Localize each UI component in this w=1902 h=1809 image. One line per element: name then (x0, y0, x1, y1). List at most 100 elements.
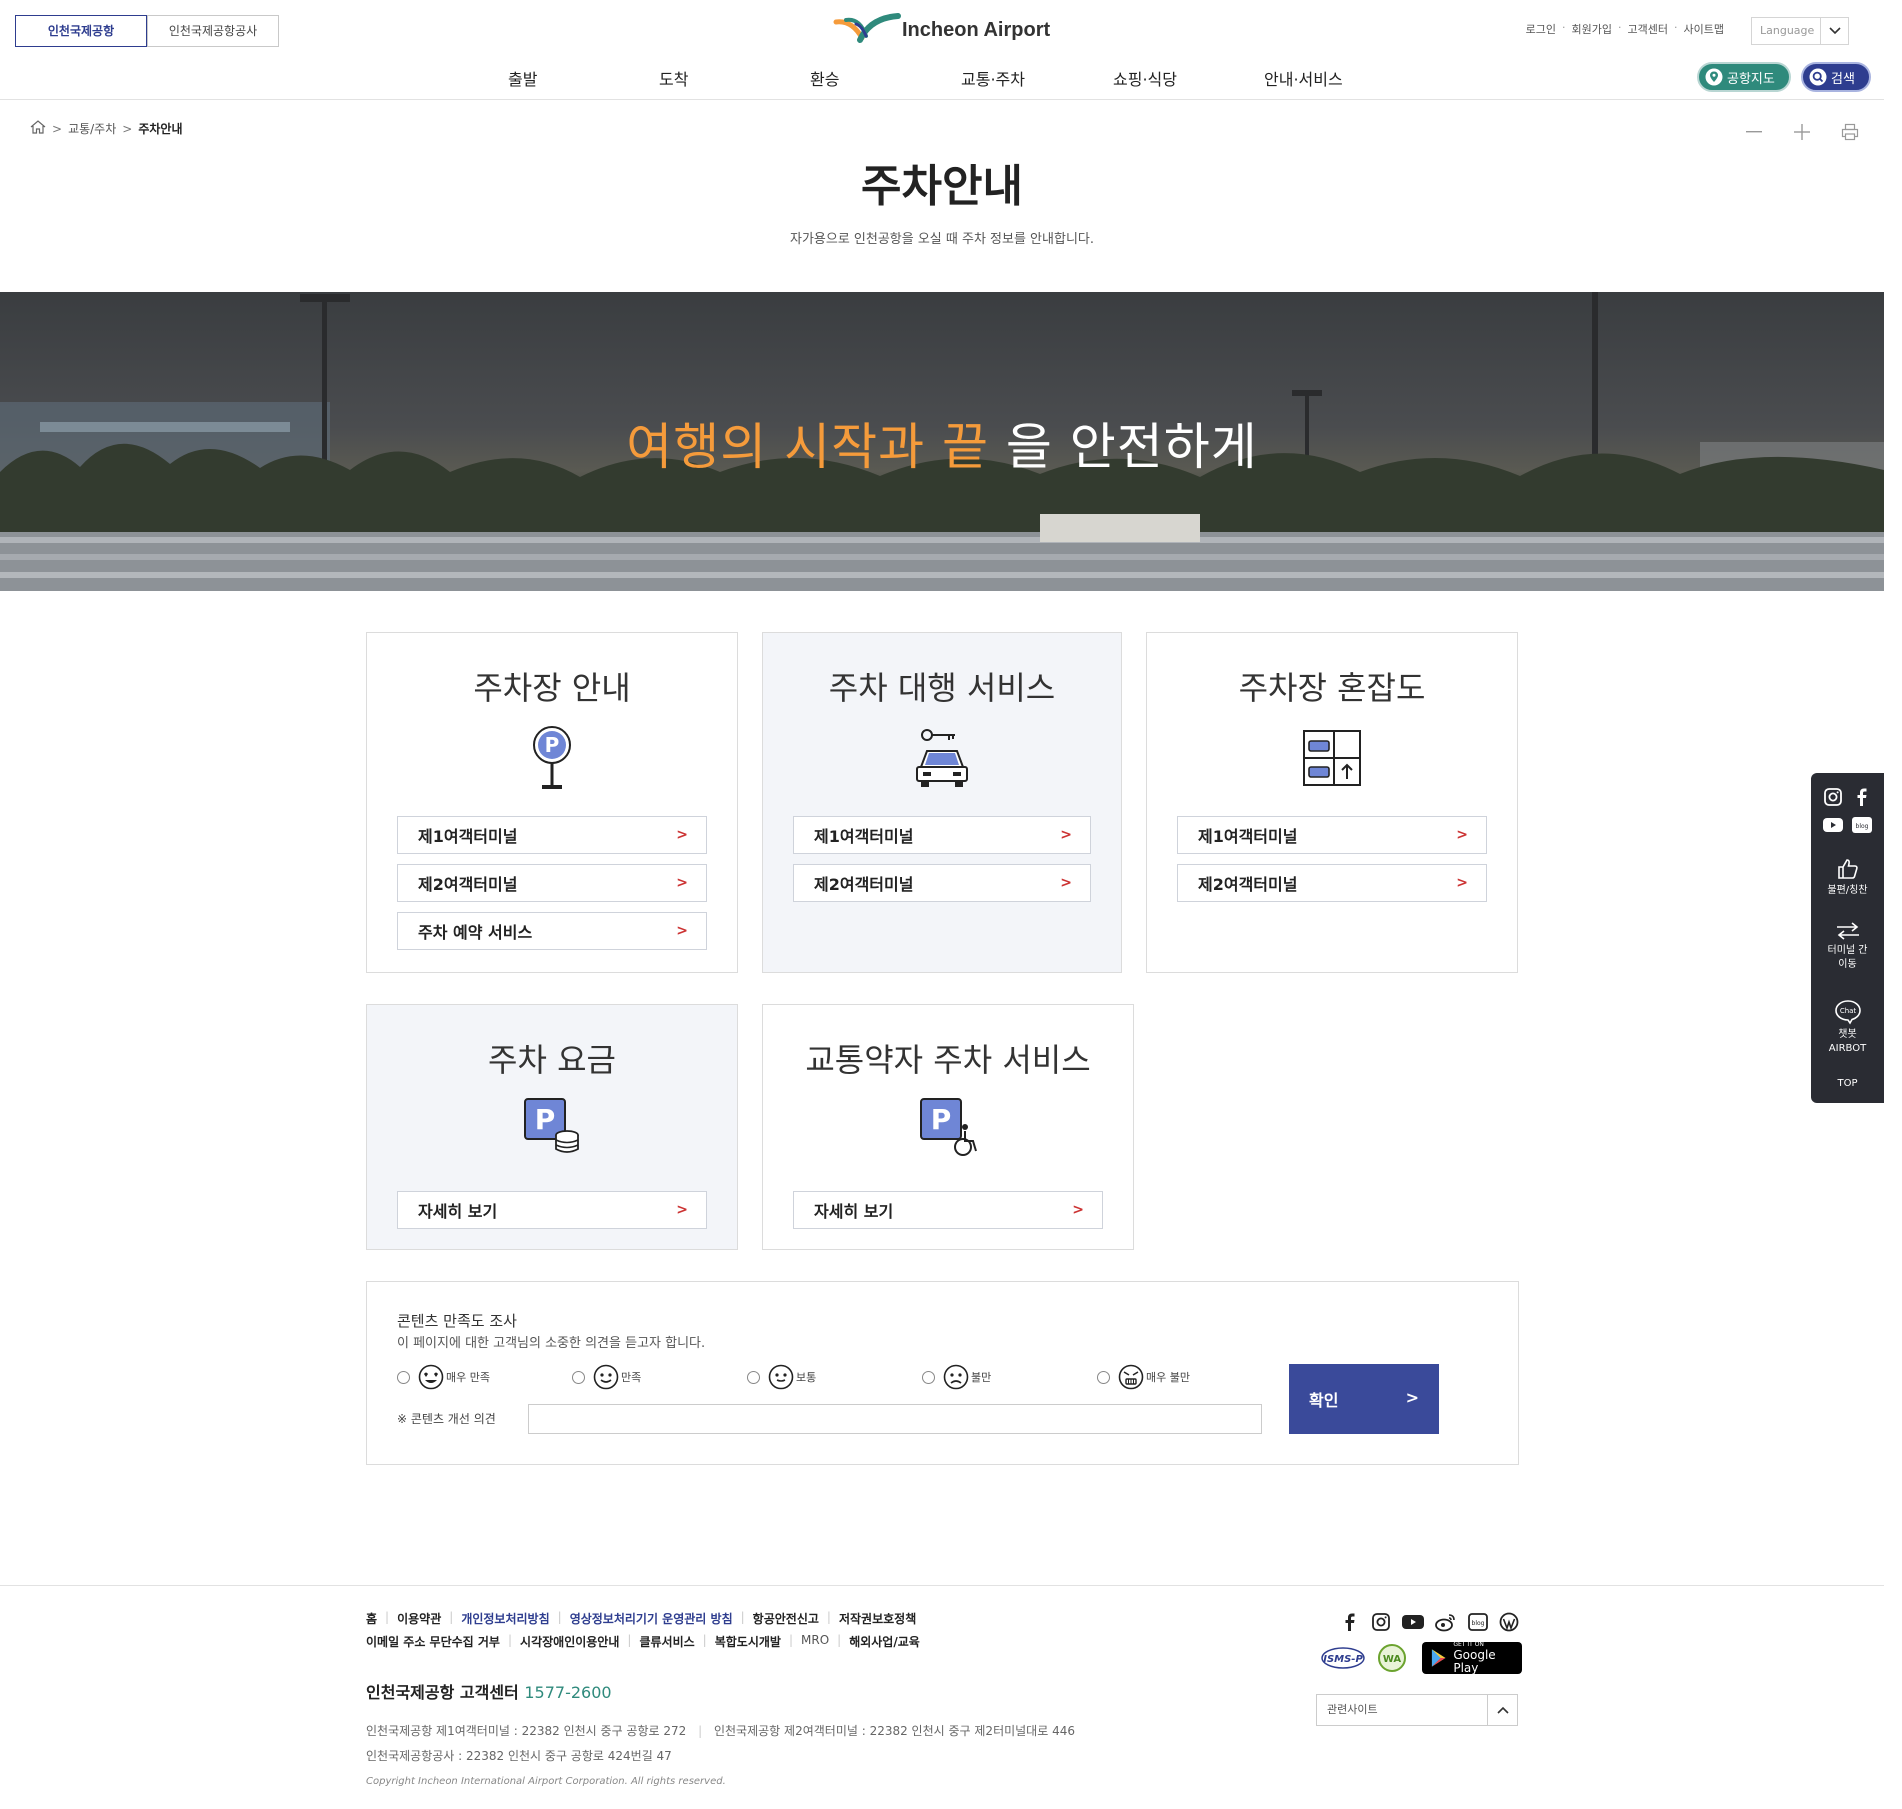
nav-transport-parking[interactable]: 교통·주차 (961, 66, 1025, 90)
site-logo[interactable]: Incheon Airport (832, 12, 1050, 48)
footer-link-mro[interactable]: MRO (801, 1633, 829, 1650)
card-link-t2[interactable]: 제2여객터미널 > (1177, 864, 1487, 902)
survey-option-dissatisfied[interactable]: 불만 (922, 1364, 1097, 1390)
survey-option-neutral[interactable]: 보통 (747, 1364, 922, 1390)
zoom-out-icon[interactable] (1730, 118, 1778, 146)
footer-link-aviation-safety[interactable]: 항공안전신고 (753, 1610, 819, 1627)
language-select[interactable]: Language (1751, 17, 1849, 45)
praise-complaint-button[interactable]: 불편/칭찬 (1811, 857, 1884, 898)
card-link-t1[interactable]: 제1여객터미널 > (793, 816, 1091, 854)
chevron-right-icon: > (676, 875, 688, 891)
nav-transfer[interactable]: 환승 (810, 66, 839, 90)
card-link-details[interactable]: 자세히 보기 > (397, 1191, 707, 1229)
home-icon[interactable] (30, 120, 46, 137)
site-tabs: 인천국제공항 인천국제공항공사 (15, 15, 279, 47)
chevron-up-icon (1487, 1695, 1517, 1725)
opinion-input[interactable] (528, 1404, 1262, 1434)
chevron-right-icon: > (676, 1202, 688, 1218)
survey-confirm-button[interactable]: 확인 > (1289, 1364, 1439, 1434)
svg-text:P: P (535, 1103, 556, 1136)
footer-link-email-refusal[interactable]: 이메일 주소 무단수집 거부 (366, 1633, 500, 1650)
footer-link-cloud-service[interactable]: 클류서비스 (639, 1633, 694, 1650)
footer-link-copyright[interactable]: 저작권보호정책 (839, 1610, 916, 1627)
quick-menu: blog 불편/칭찬 터미널 간 이동 Chat 챗봇 AIRBOT TOP (1811, 773, 1884, 1103)
footer-link-accessibility[interactable]: 시각장애인이용안내 (520, 1633, 619, 1650)
facebook-icon[interactable] (1340, 1612, 1360, 1632)
blog-icon[interactable]: blog (1468, 1612, 1488, 1632)
facebook-icon[interactable] (1852, 787, 1872, 807)
site-footer: 홈 | 이용약관 | 개인정보처리방침 | 영상정보처리기기 운영관리 방침 | 항공안… (0, 1585, 1884, 1809)
isms-p-badge-icon: ISMS-P (1321, 1647, 1365, 1669)
radio-button[interactable] (572, 1370, 585, 1384)
signup-link[interactable]: 회원가입 (1572, 21, 1612, 37)
nav-info-service[interactable]: 안내·서비스 (1264, 66, 1343, 90)
related-sites-select[interactable]: 관련사이트 (1316, 1694, 1518, 1726)
breadcrumb: > 교통/주차 > 주차안내 (30, 120, 183, 137)
chevron-right-icon: > (676, 923, 688, 939)
chevron-right-icon: > (1060, 875, 1072, 891)
chatbot-button[interactable]: Chat 챗봇 AIRBOT (1811, 999, 1884, 1056)
neutral-face-icon (768, 1364, 794, 1390)
footer-link-home[interactable]: 홈 (366, 1610, 377, 1627)
page-tools (1730, 118, 1874, 146)
radio-button[interactable] (922, 1370, 935, 1384)
hero-headline: 여행의 시작과 끝 을 안전하게 (0, 407, 1884, 479)
radio-button[interactable] (1097, 1370, 1110, 1384)
footer-link-city-development[interactable]: 복합도시개발 (715, 1633, 781, 1650)
instagram-icon[interactable] (1371, 1612, 1391, 1632)
radio-button[interactable] (397, 1370, 410, 1384)
footer-link-overseas[interactable]: 해외사업/교육 (849, 1633, 920, 1650)
customer-center-link[interactable]: 고객센터 (1628, 21, 1668, 37)
zoom-in-icon[interactable] (1778, 118, 1826, 146)
card-link-t2[interactable]: 제2여객터미널 > (397, 864, 707, 902)
print-icon[interactable] (1826, 118, 1874, 146)
survey-option-satisfied[interactable]: 만족 (572, 1364, 747, 1390)
youtube-icon[interactable] (1823, 817, 1844, 833)
language-placeholder: Language (1760, 24, 1815, 37)
certification-badges: ISMS-P WA GET IT ON Google Play (1320, 1641, 1522, 1675)
radio-button[interactable] (747, 1370, 760, 1384)
search-button[interactable]: 검색 (1801, 62, 1871, 92)
blog-icon[interactable]: blog (1851, 817, 1872, 833)
card-link-t2[interactable]: 제2여객터미널 > (793, 864, 1091, 902)
instagram-icon[interactable] (1823, 787, 1843, 807)
survey-option-very-satisfied[interactable]: 매우 만족 (397, 1364, 572, 1390)
google-play-badge[interactable]: GET IT ON Google Play (1422, 1641, 1522, 1675)
opinion-label: ※ 콘텐츠 개선 의견 (397, 1412, 496, 1426)
card-link-t1[interactable]: 제1여객터미널 > (397, 816, 707, 854)
accessible-parking-icon: P (920, 1098, 977, 1156)
footer-address-row2: 인천국제공항공사 : 22382 인천시 중구 공항로 424번길 47 (366, 1749, 672, 1763)
site-tab-airport[interactable]: 인천국제공항 (15, 15, 147, 47)
card-title: 주차장 안내 (473, 669, 631, 707)
footer-links-row1: 홈 | 이용약관 | 개인정보처리방침 | 영상정보처리기기 운영관리 방침 | 항공안… (366, 1610, 917, 1627)
footer-link-cctv-policy[interactable]: 영상정보처리기기 운영관리 방침 (570, 1610, 733, 1627)
card-link-details[interactable]: 자세히 보기 > (793, 1191, 1103, 1229)
scroll-top-button[interactable]: TOP (1811, 1077, 1884, 1091)
weibo-icon[interactable] (1435, 1612, 1457, 1632)
card-link-reservation[interactable]: 주차 예약 서비스 > (397, 912, 707, 950)
breadcrumb-transport[interactable]: 교통/주차 (68, 120, 116, 137)
page-title: 주차안내 (861, 161, 1023, 212)
breadcrumb-current: 주차안내 (138, 122, 183, 136)
youtube-icon[interactable] (1402, 1612, 1424, 1632)
card-title: 주차 대행 서비스 (828, 669, 1056, 707)
card-parking-fee: 주차 요금 P 자세히 보기 > (366, 1004, 738, 1250)
customer-center-phone[interactable]: 1577-2600 (524, 1683, 611, 1702)
footer-link-terms[interactable]: 이용약관 (397, 1610, 441, 1627)
google-play-icon (1431, 1649, 1446, 1667)
sitemap-link[interactable]: 사이트맵 (1684, 21, 1724, 37)
nav-departure[interactable]: 출발 (508, 66, 537, 90)
nav-arrival[interactable]: 도착 (659, 66, 688, 90)
terminal-transfer-button[interactable]: 터미널 간 이동 (1811, 921, 1884, 972)
web-accessibility-badge-icon: WA (1378, 1644, 1406, 1672)
nav-shopping-dining[interactable]: 쇼핑·식당 (1113, 66, 1177, 90)
airport-map-button[interactable]: 공항지도 (1697, 62, 1791, 92)
card-link-t1[interactable]: 제1여객터미널 > (1177, 816, 1487, 854)
login-link[interactable]: 로그인 (1526, 21, 1556, 37)
wordpress-icon[interactable] (1499, 1612, 1519, 1632)
site-tab-corporation[interactable]: 인천국제공항공사 (147, 15, 279, 47)
survey-option-very-dissatisfied[interactable]: 매우 불만 (1097, 1364, 1272, 1390)
footer-link-privacy[interactable]: 개인정보처리방침 (461, 1610, 549, 1627)
card-title: 주차장 혼잡도 (1238, 669, 1426, 707)
angry-face-icon (1118, 1364, 1144, 1390)
